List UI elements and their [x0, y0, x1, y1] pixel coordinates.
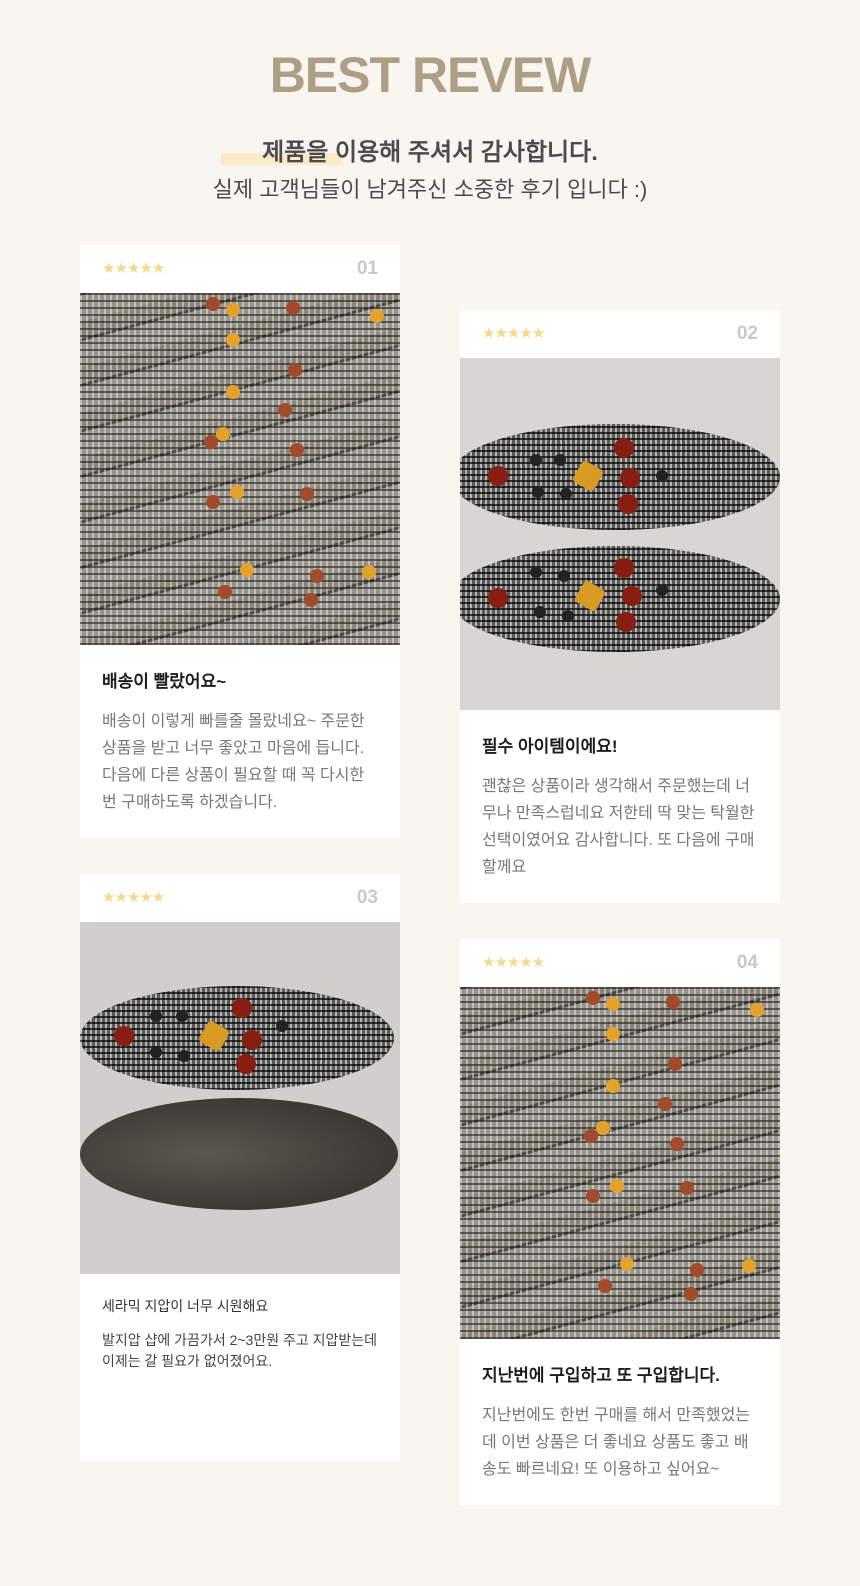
- review-card-header: ★★★★★ 04: [460, 939, 780, 987]
- review-photo[interactable]: [80, 922, 400, 1274]
- review-card-02[interactable]: ★★★★★ 02 필수 아이템이에요! 괜찮은 상품이라 생각해서 주문했는데 …: [460, 310, 780, 903]
- review-number: 02: [736, 323, 758, 344]
- review-card-03[interactable]: ★★★★★ 03 세라믹 지압이 너무 시원해요 발지압 샵에 가끔가서 2~3…: [80, 874, 400, 1461]
- review-card-header: ★★★★★ 03: [80, 874, 400, 922]
- review-text: 발지압 샵에 가끔가서 2~3만원 주고 지압받는데 이제는 갈 필요가 없어졌…: [102, 1332, 378, 1369]
- star-rating: ★★★★★: [102, 889, 165, 906]
- star-rating: ★★★★★: [102, 260, 165, 277]
- star-rating: ★★★★★: [482, 954, 545, 971]
- review-title: 지난번에 구입하고 또 구입합니다.: [482, 1366, 720, 1385]
- review-photo[interactable]: [460, 358, 780, 710]
- review-card-04[interactable]: ★★★★★ 04 지난번에 구입하고 또 구입합니다. 지난번에도 한번 구매를…: [460, 939, 780, 1505]
- review-title: 배송이 빨랐어요~: [102, 672, 227, 691]
- review-text: 지난번에도 한번 구매를 해서 만족했었는데 이번 상품은 더 좋네요 상품도 …: [482, 1407, 751, 1478]
- review-photo[interactable]: [80, 293, 400, 645]
- review-text: 괜찮은 상품이라 생각해서 주문했는데 너무나 만족스럽네요 저한테 딱 맞는 …: [482, 778, 755, 876]
- page-title: BEST REVEW: [269, 47, 592, 103]
- review-card-header: ★★★★★ 02: [460, 310, 780, 358]
- page-subtitle: 제품을 이용해 주셔서 감사합니다.: [262, 139, 598, 166]
- review-number: 01: [356, 258, 378, 279]
- review-title: 필수 아이템이에요!: [482, 737, 618, 756]
- review-card-01[interactable]: ★★★★★ 01 배송이 빨랐어요~ 배송이 이렇게 빠를줄 몰랐네요~ 주문한…: [80, 245, 400, 838]
- page-description: 실제 고객님들이 남겨주신 소중한 후기 입니다 :): [212, 177, 648, 202]
- review-text: 배송이 이렇게 빠를줄 몰랐네요~ 주문한 상품을 받고 너무 좋았고 마음에 …: [102, 713, 365, 811]
- star-rating: ★★★★★: [482, 325, 545, 342]
- review-title: 세라믹 지압이 너무 시원해요: [102, 1298, 269, 1314]
- review-number: 04: [736, 952, 758, 973]
- review-number: 03: [356, 887, 378, 908]
- review-card-header: ★★★★★ 01: [80, 245, 400, 293]
- review-photo[interactable]: [460, 987, 780, 1339]
